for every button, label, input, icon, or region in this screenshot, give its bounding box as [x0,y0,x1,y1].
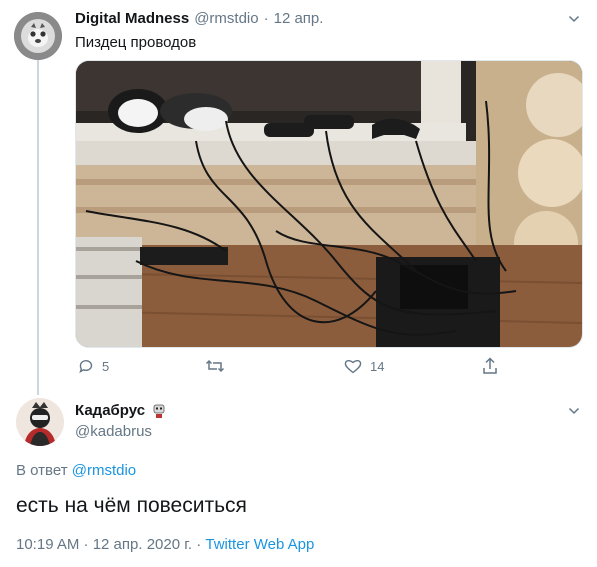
heart-icon [344,359,362,374]
chevron-down-icon[interactable] [568,12,580,30]
reply-to-handle[interactable]: @rmstdio [72,462,136,479]
tweet-header: Digital Madness @rmstdio · 12 апр. [75,10,323,30]
like-action[interactable]: 14 [344,358,384,374]
source-link[interactable]: Twitter Web App [205,536,314,553]
handle[interactable]: @kadabrus [75,423,152,440]
robot-emoji-icon [153,404,165,418]
reply-prefix: В ответ [16,462,68,479]
display-name[interactable]: Кадабрус [75,402,145,419]
separator: · [263,10,269,27]
thread-line [37,60,39,395]
reply-action[interactable]: 5 [78,358,109,374]
tweet-photo[interactable] [75,60,583,348]
avatar[interactable] [14,12,62,60]
tweet-timestamp[interactable]: 10:19 AM · 12 апр. 2020 г. · [16,536,201,553]
reply-count: 5 [102,358,110,374]
reply-context: В ответ @rmstdio [16,462,136,479]
retweet-action[interactable] [205,358,225,374]
like-count: 14 [370,358,385,374]
handle[interactable]: @rmstdio [194,10,258,27]
display-name-row: Кадабрус [75,402,167,419]
tweet-meta: 10:19 AM · 12 апр. 2020 г. · Twitter Web… [16,536,314,553]
reply-icon [79,360,93,374]
chevron-down-icon[interactable] [568,404,580,422]
avatar-image [16,398,64,446]
tweet-text: Пиздец проводов [75,34,197,51]
photo-image [76,61,582,347]
avatar[interactable] [16,398,64,446]
share-icon [483,357,497,374]
avatar-image [14,12,62,60]
retweet-icon [205,359,225,373]
share-action[interactable] [482,357,498,375]
timestamp[interactable]: 12 апр. [274,10,324,27]
tweet-text: есть на чём повеситься [16,494,247,517]
display-name[interactable]: Digital Madness [75,10,189,27]
